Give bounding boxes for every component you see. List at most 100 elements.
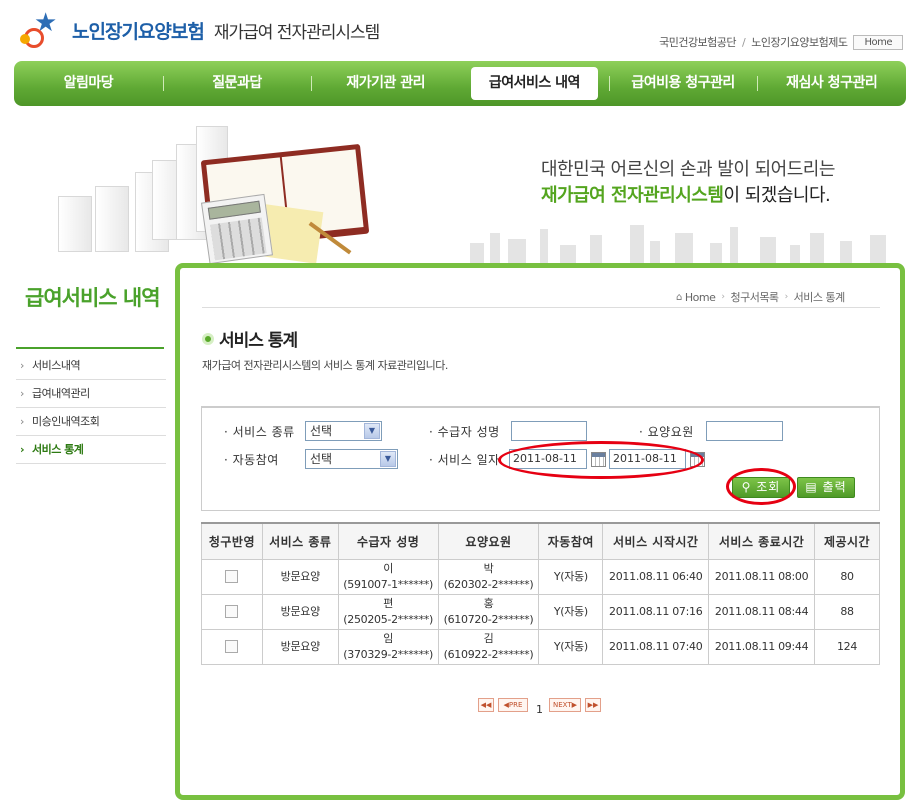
start-time-cell: 2011.08.11 06:40 <box>602 558 710 595</box>
search-panel: · 서비스 종류 선택 ▼ · 수급자 성명 · 요양요원 · 자동참여 선택 … <box>201 406 880 511</box>
banner-slogan-line1: 대한민국 어르신의 손과 발이 되어드리는 <box>541 159 835 180</box>
print-button[interactable]: ▤ 출력 <box>797 477 855 498</box>
title-bullet-icon <box>202 332 214 345</box>
highlight-oval-dates <box>498 441 704 479</box>
caregiver-cell: 김 (610922-2******) <box>437 628 540 665</box>
link-nhis[interactable]: 국민건강보험공단 <box>659 34 736 50</box>
service-type-select[interactable]: 선택 ▼ <box>305 421 382 441</box>
nav-item-billing[interactable]: 급여비용 청구관리 <box>608 61 758 106</box>
breadcrumb: ⌂ Home › 청구서목록 › 서비스 통계 <box>676 289 845 305</box>
table-header-row: 청구반영 서비스 종류 수급자 성명 요양요원 자동참여 서비스 시작시간 서비… <box>201 522 880 560</box>
recipient-name: 임 <box>383 631 394 645</box>
left-menu-item-statistics[interactable]: 서비스 통계 <box>16 436 166 464</box>
recipient-name: 편 <box>383 596 394 610</box>
breadcrumb-home[interactable]: Home <box>685 291 716 304</box>
recipient-name-label: · 수급자 성명 <box>429 425 500 439</box>
recipient-id: (591007-1******) <box>343 577 433 591</box>
nav-item-label: 급여비용 청구관리 <box>631 75 735 91</box>
top-links: 국민건강보험공단 / 노인장기요양보험제도 Home <box>659 34 903 50</box>
caregiver-id: (610720-2******) <box>443 612 534 626</box>
nav-item-reexamination[interactable]: 재심사 청구관리 <box>757 61 906 106</box>
recipient-cell: 편 (250205-2******) <box>337 593 439 630</box>
link-ltc-insurance[interactable]: 노인장기요양보험제도 <box>751 34 848 50</box>
link-separator: / <box>742 35 746 49</box>
start-time-cell: 2011.08.11 07:16 <box>602 593 710 630</box>
column-header: 서비스 종료시간 <box>708 522 816 560</box>
caregiver-label: · 요양요원 <box>639 425 694 439</box>
auto-participation-value: 선택 <box>310 452 333 466</box>
logo-title: 노인장기요양보험 <box>72 20 205 43</box>
column-header: 제공시간 <box>814 522 880 560</box>
column-header: 서비스 종류 <box>261 522 339 560</box>
banner-slogan-rest: 이 되겠습니다. <box>723 185 831 206</box>
calculator-illustration <box>200 193 274 263</box>
end-time-cell: 2011.08.11 09:44 <box>708 628 816 665</box>
printer-icon: ▤ <box>805 480 818 494</box>
banner-slogan-highlight: 재가급여 전자관리시스템 <box>541 185 724 206</box>
page: ★ 노인장기요양보험 재가급여 전자관리시스템 국민건강보험공단 / 노인장기요… <box>0 0 911 801</box>
caregiver-cell: 박 (620302-2******) <box>437 558 540 595</box>
auto-participation-select[interactable]: 선택 ▼ <box>305 449 398 469</box>
left-menu-item-benefit-management[interactable]: 급여내역관리 <box>16 380 166 408</box>
city-skyline-illustration <box>460 223 911 263</box>
banner-slogan-line2: 재가급여 전자관리시스템이 되겠습니다. <box>541 181 831 207</box>
end-time-cell: 2011.08.11 08:44 <box>708 593 816 630</box>
last-page-button[interactable]: ▶▶ <box>585 698 601 712</box>
claim-checkbox[interactable] <box>225 605 239 618</box>
breadcrumb-current: 서비스 통계 <box>793 291 846 304</box>
caregiver-cell: 홍 (610720-2******) <box>437 593 540 630</box>
auto-participation-label: · 자동참여 <box>224 453 279 467</box>
logo[interactable]: ★ 노인장기요양보험 재가급여 전자관리시스템 <box>20 10 380 50</box>
next-page-button[interactable]: NEXT▶ <box>549 698 581 712</box>
nav-item-service-history[interactable]: 급여서비스 내역 <box>460 61 609 106</box>
nav-item-agency[interactable]: 재가기관 관리 <box>311 61 460 106</box>
auto-cell: Y(자동) <box>538 628 604 665</box>
recipient-name-input[interactable] <box>511 421 587 441</box>
left-menu-title: 급여서비스 내역 <box>25 286 161 310</box>
nav-item-qna[interactable]: 질문과답 <box>162 61 312 106</box>
minutes-cell: 124 <box>814 628 880 665</box>
auto-cell: Y(자동) <box>538 558 604 595</box>
home-button[interactable]: Home <box>853 34 903 50</box>
chevron-down-icon: ▼ <box>380 451 396 467</box>
breadcrumb-claims[interactable]: 청구서목록 <box>730 289 779 305</box>
recipient-cell: 임 (370329-2******) <box>337 628 439 665</box>
claim-checkbox[interactable] <box>225 640 239 653</box>
nav-item-label: 급여서비스 내역 <box>470 67 598 100</box>
service-type-label: · 서비스 종류 <box>224 425 295 439</box>
recipient-cell: 이 (591007-1******) <box>337 558 439 595</box>
service-type-cell: 방문요양 <box>261 558 339 595</box>
service-type-cell: 방문요양 <box>261 628 339 665</box>
logo-star-icon: ★ <box>20 10 68 50</box>
highlight-oval-search <box>726 468 796 505</box>
nav-item-notice[interactable]: 알림마당 <box>14 61 163 106</box>
column-header: 자동참여 <box>538 522 604 560</box>
nav-item-label: 재심사 청구관리 <box>786 75 878 91</box>
nav-item-label: 질문과답 <box>212 75 262 91</box>
service-date-label: · 서비스 일자 <box>429 453 500 467</box>
breadcrumb-divider <box>202 307 880 308</box>
left-menu: 서비스내역 급여내역관리 미승인내역조회 서비스 통계 <box>16 352 166 464</box>
service-type-value: 선택 <box>310 424 333 438</box>
first-page-button[interactable]: ◀◀ <box>478 698 494 712</box>
home-icon: ⌂ <box>676 291 682 303</box>
claim-checkbox[interactable] <box>225 570 239 583</box>
prev-page-button[interactable]: ◀PRE <box>498 698 528 712</box>
column-header: 요양요원 <box>437 522 540 560</box>
table-row: 방문요양 편 (250205-2******) 홍 (610720-2******)… <box>201 593 880 630</box>
left-menu-item-service-history[interactable]: 서비스내역 <box>16 352 166 380</box>
minutes-cell: 80 <box>814 558 880 595</box>
results-table: 청구반영 서비스 종류 수급자 성명 요양요원 자동참여 서비스 시작시간 서비… <box>201 522 880 665</box>
table-row: 방문요양 이 (591007-1******) 박 (620302-2******)… <box>201 558 880 595</box>
end-time-cell: 2011.08.11 08:00 <box>708 558 816 595</box>
column-header: 수급자 성명 <box>337 522 439 560</box>
recipient-id: (250205-2******) <box>343 612 433 626</box>
page-number-current[interactable]: 1 <box>536 703 543 716</box>
auto-cell: Y(자동) <box>538 593 604 630</box>
recipient-name: 이 <box>383 561 394 575</box>
page-description: 재가급여 전자관리시스템의 서비스 통계 자료관리입니다. <box>202 359 448 372</box>
pagination: ◀◀ ◀PRE 1 NEXT▶ ▶▶ <box>478 698 605 716</box>
nav-item-label: 재가기관 관리 <box>346 75 425 91</box>
caregiver-input[interactable] <box>706 421 783 441</box>
left-menu-item-unapproved[interactable]: 미승인내역조회 <box>16 408 166 436</box>
